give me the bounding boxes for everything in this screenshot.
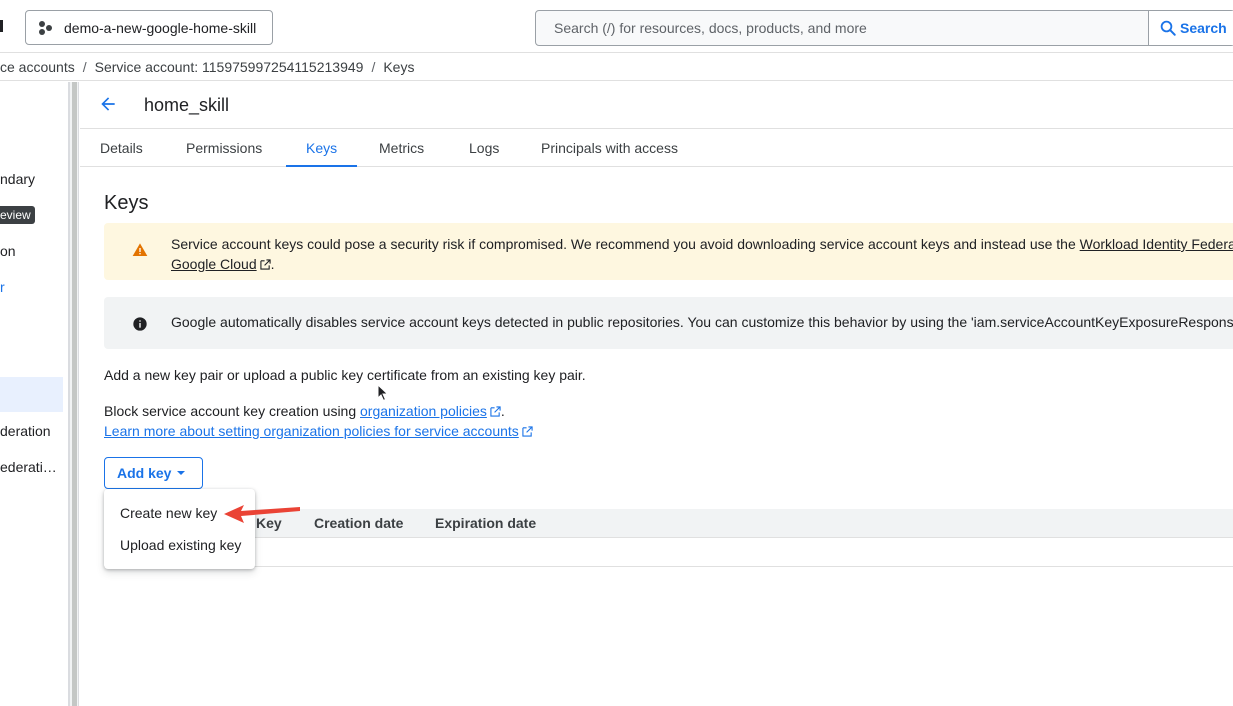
add-key-description: Add a new key pair or upload a public ke…: [104, 367, 586, 383]
security-warning-banner: Service account keys could pose a securi…: [104, 223, 1233, 280]
search-input[interactable]: Search (/) for resources, docs, products…: [536, 20, 1148, 36]
breadcrumb-service-accounts[interactable]: ce accounts: [0, 59, 75, 75]
search-button-label: Search: [1180, 20, 1227, 36]
top-bar: demo-a-new-google-home-skill Search (/) …: [0, 0, 1233, 53]
add-key-menu: Create new key Upload existing key: [104, 489, 255, 569]
tab-metrics[interactable]: Metrics: [359, 130, 444, 167]
learn-more-row: Learn more about setting organization po…: [104, 423, 533, 439]
tab-bar: Details Permissions Keys Metrics Logs Pr…: [80, 130, 1233, 167]
warning-icon: [132, 243, 148, 256]
nav-item-r[interactable]: r: [0, 279, 5, 295]
add-key-button[interactable]: Add key: [104, 457, 203, 489]
external-link-icon: [522, 426, 533, 437]
keys-section-title: Keys: [104, 192, 149, 214]
keys-table-body: [104, 538, 1233, 567]
search-icon: [1160, 20, 1176, 36]
nav-menu-edge[interactable]: [0, 20, 3, 32]
search-button[interactable]: Search: [1148, 11, 1233, 45]
project-picker[interactable]: demo-a-new-google-home-skill: [25, 10, 273, 45]
nav-item-selected[interactable]: [0, 377, 63, 412]
mouse-cursor-icon: [377, 384, 389, 402]
tab-principals-with-access[interactable]: Principals with access: [521, 130, 698, 167]
breadcrumb-separator: /: [371, 58, 376, 75]
nav-item-on[interactable]: on: [0, 243, 16, 259]
block-end: .: [500, 403, 505, 419]
preview-badge: eview: [0, 206, 35, 224]
main-content: home_skill Details Permissions Keys Metr…: [80, 82, 1233, 706]
breadcrumb-service-account[interactable]: Service account: 115975997254115213949: [95, 59, 364, 75]
page-header: home_skill: [80, 82, 1233, 129]
tab-permissions[interactable]: Permissions: [166, 130, 282, 167]
breadcrumb-separator: /: [82, 58, 87, 75]
warning-end: .: [270, 256, 275, 272]
tab-keys[interactable]: Keys: [286, 130, 358, 167]
learn-more-link[interactable]: Learn more about setting organization po…: [104, 423, 519, 439]
project-name: demo-a-new-google-home-skill: [64, 19, 257, 36]
nav-scrollbar[interactable]: [68, 82, 79, 706]
info-banner: Google automatically disables service ac…: [104, 297, 1233, 349]
organization-policies-link[interactable]: organization policies: [360, 403, 487, 419]
project-icon: [39, 20, 53, 35]
column-expiration-date[interactable]: Expiration date: [435, 515, 536, 531]
warning-text: Service account keys could pose a securi…: [171, 234, 1233, 274]
menu-item-upload-existing-key[interactable]: Upload existing key: [104, 529, 255, 561]
external-link-icon: [259, 259, 271, 270]
annotation-arrow-icon: [224, 505, 300, 523]
warning-text-body: Service account keys could pose a securi…: [171, 236, 1080, 252]
breadcrumb: ce accounts / Service account: 115975997…: [0, 53, 1233, 81]
nav-item-federation[interactable]: deration: [0, 423, 51, 439]
breadcrumb-keys: Keys: [383, 58, 415, 75]
caret-down-icon: [177, 471, 186, 475]
nav-item-boundary[interactable]: ndary: [0, 171, 35, 187]
add-key-label: Add key: [117, 465, 172, 481]
column-creation-date[interactable]: Creation date: [314, 515, 403, 531]
search-bar[interactable]: Search (/) for resources, docs, products…: [535, 10, 1233, 46]
page-title: home_skill: [144, 95, 230, 115]
back-arrow-icon[interactable]: [98, 94, 118, 114]
scrollbar-thumb[interactable]: [72, 82, 77, 706]
tab-logs[interactable]: Logs: [449, 130, 519, 167]
info-icon: [133, 317, 147, 331]
nav-item-federation-2[interactable]: ederati…: [0, 459, 57, 475]
external-link-icon: [490, 406, 501, 417]
block-key-creation-text: Block service account key creation using…: [104, 403, 505, 419]
block-text: Block service account key creation using: [104, 403, 361, 419]
left-nav: ndary eview on r deration ederati…: [0, 82, 68, 706]
google-cloud-link[interactable]: Google Cloud: [171, 256, 257, 272]
workload-identity-link[interactable]: Workload Identity Federatio: [1080, 236, 1233, 252]
info-text: Google automatically disables service ac…: [171, 314, 1233, 330]
tab-details[interactable]: Details: [80, 130, 163, 167]
